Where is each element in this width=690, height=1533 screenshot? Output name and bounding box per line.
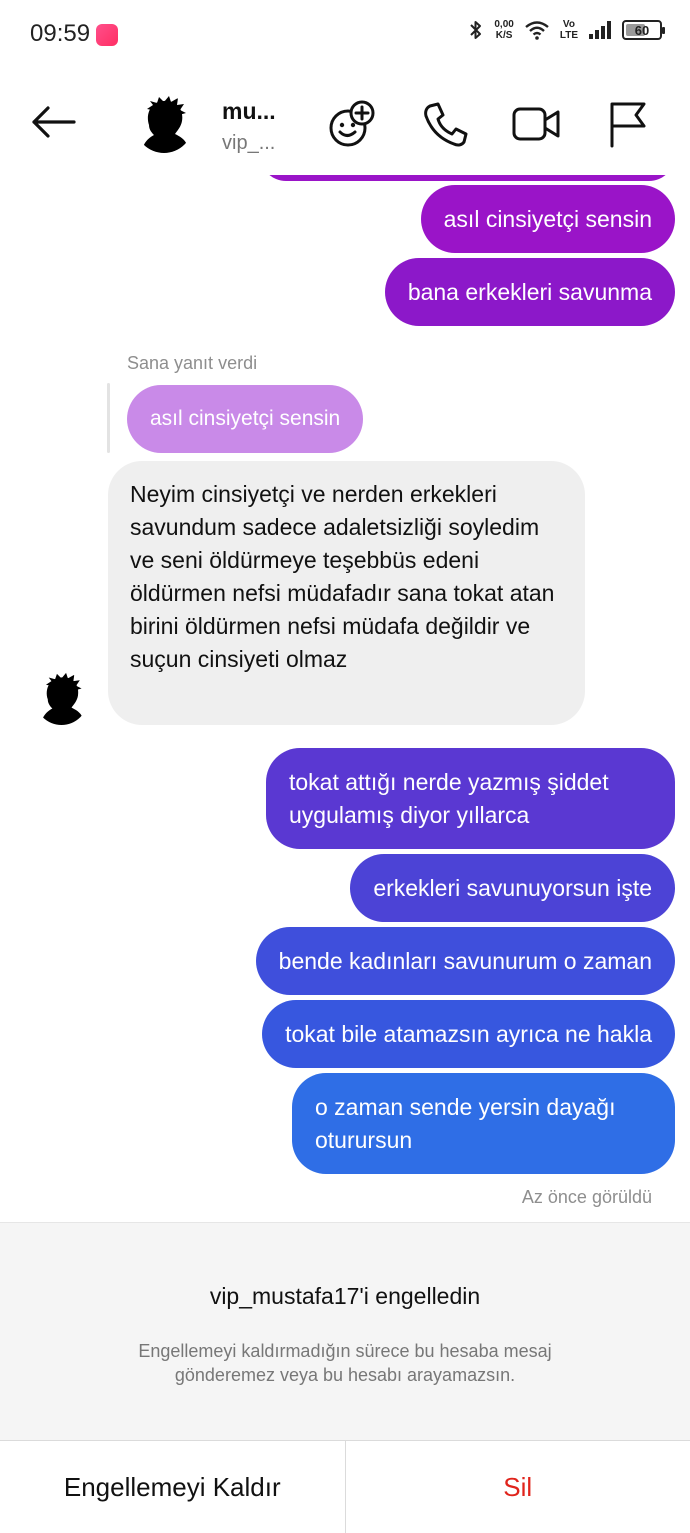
delete-button[interactable]: Sil bbox=[346, 1441, 690, 1533]
outgoing-message[interactable]: o zaman sende yersin dayağı oturursun bbox=[292, 1073, 675, 1174]
profile-silhouette-icon bbox=[135, 95, 193, 153]
wifi-icon bbox=[525, 21, 549, 40]
blocked-actions: Engellemeyi Kaldır Sil bbox=[0, 1440, 690, 1533]
voice-call-button[interactable] bbox=[420, 98, 472, 150]
seen-status: Az önce görüldü bbox=[521, 1187, 652, 1207]
blocked-description: Engellemeyi kaldırmadığın sürece bu hesa… bbox=[138, 1341, 552, 1385]
status-indicators: 0,00 K/S Vo LTE 60 bbox=[468, 18, 665, 42]
outgoing-message[interactable]: erkekleri savunuyorsun işte bbox=[350, 854, 675, 922]
outgoing-message[interactable]: bende kadınları savunurum o zaman bbox=[255, 927, 675, 995]
replied-message-quote[interactable]: asıl cinsiyetçi sensin bbox=[127, 385, 364, 453]
back-arrow-icon bbox=[32, 106, 76, 138]
phone-icon bbox=[424, 102, 468, 147]
blocked-notice: vip_mustafa17'i engelledin Engellemeyi k… bbox=[0, 1222, 690, 1440]
battery-icon: 60 bbox=[622, 20, 665, 40]
network-speed-value: 0,00 bbox=[494, 19, 514, 30]
volte-top: Vo bbox=[562, 19, 575, 30]
outgoing-message[interactable]: asıl cinsiyetçi sensin bbox=[420, 185, 675, 253]
profile-silhouette-icon bbox=[35, 672, 88, 725]
back-button[interactable] bbox=[28, 102, 78, 142]
volte-indicator: Vo LTE bbox=[560, 19, 578, 41]
blocked-title: vip_mustafa17'i engelledin bbox=[209, 1283, 481, 1309]
outgoing-message[interactable]: tokat attığı nerde yazmış şiddet uygulam… bbox=[266, 748, 675, 849]
video-camera-icon bbox=[512, 107, 560, 141]
bluetooth-icon bbox=[470, 21, 482, 39]
previous-message-bubble bbox=[260, 175, 675, 181]
status-bar: 09:59 0,00 K/S Vo LTE 60 bbox=[0, 0, 690, 70]
avatar[interactable] bbox=[135, 95, 193, 153]
video-call-button[interactable] bbox=[510, 98, 562, 150]
chat-header: mu... vip_... bbox=[0, 70, 690, 175]
effects-icon bbox=[329, 100, 375, 147]
reply-indicator-line bbox=[107, 383, 110, 453]
signal-icon bbox=[589, 21, 611, 39]
battery-percent: 60 bbox=[634, 22, 650, 38]
outgoing-message[interactable]: bana erkekleri savunma bbox=[384, 258, 675, 326]
reply-label: Sana yanıt verdi bbox=[127, 353, 258, 373]
network-speed-unit: K/S bbox=[495, 30, 513, 41]
notification-app-icon bbox=[96, 24, 118, 46]
effects-button[interactable] bbox=[326, 98, 378, 150]
contact-username[interactable]: vip_... bbox=[222, 132, 275, 155]
unblock-button[interactable]: Engellemeyi Kaldır bbox=[0, 1441, 346, 1533]
contact-name[interactable]: mu... bbox=[222, 98, 276, 125]
status-time: 09:59 bbox=[30, 20, 91, 47]
network-speed: 0,00 K/S bbox=[494, 19, 513, 41]
incoming-message[interactable]: Neyim cinsiyetçi ve nerden erkekleri sav… bbox=[108, 461, 585, 725]
sender-avatar[interactable] bbox=[35, 672, 88, 725]
message-thread[interactable]: asıl cinsiyetçi sensin bana erkekleri sa… bbox=[0, 175, 690, 1222]
flag-icon bbox=[610, 102, 646, 148]
outgoing-message[interactable]: tokat bile atamazsın ayrıca ne hakla bbox=[262, 1000, 675, 1068]
report-button[interactable] bbox=[604, 98, 656, 150]
volte-bottom: LTE bbox=[559, 30, 578, 41]
